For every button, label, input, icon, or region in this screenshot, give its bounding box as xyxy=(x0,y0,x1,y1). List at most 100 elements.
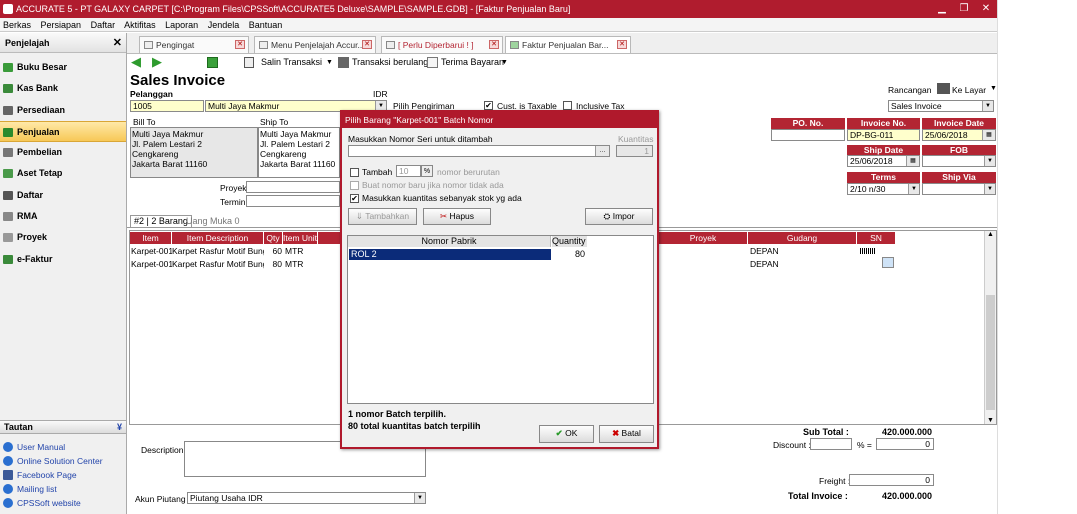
col-sn[interactable]: SN xyxy=(857,232,895,244)
scroll-up-icon[interactable]: ▲ xyxy=(985,231,996,238)
cell-item[interactable]: Karpet-001 xyxy=(131,246,172,256)
cell-description[interactable]: Karpet Rasfur Motif Bunga xyxy=(172,246,264,256)
batch-row-qty[interactable]: 80 xyxy=(552,249,587,260)
link-mailing-list[interactable]: Mailing list xyxy=(0,482,126,496)
po-no-field[interactable] xyxy=(771,129,845,141)
chevron-down-icon[interactable]: ▼ xyxy=(990,85,997,92)
close-icon[interactable]: ✕ xyxy=(976,0,996,18)
col-qty[interactable]: Qty xyxy=(264,232,282,244)
close-icon[interactable]: ✕ xyxy=(489,40,499,49)
copy-transaction-button[interactable]: Salin Transaksi xyxy=(261,54,322,71)
tab-perlu-diperbarui[interactable]: [ Perlu Diperbarui ! ] ✕ xyxy=(381,36,503,53)
cell-unit[interactable]: MTR xyxy=(285,259,303,269)
tab-pengingat[interactable]: Pengingat ✕ xyxy=(139,36,249,53)
col-quantity[interactable]: Quantity xyxy=(552,236,587,247)
tab-down-payment[interactable]: Uang Muka 0 xyxy=(186,216,240,227)
forward-arrow-icon[interactable]: ▶ xyxy=(152,55,162,69)
link-online-solution[interactable]: Online Solution Center xyxy=(0,454,126,468)
col-item[interactable]: Item xyxy=(130,232,171,244)
fob-select[interactable]: ▼ xyxy=(922,155,996,167)
col-proyek[interactable]: Proyek xyxy=(659,232,747,244)
termin-field[interactable] xyxy=(246,195,340,207)
sidebar-item-persediaan[interactable]: Persediaan xyxy=(0,100,126,121)
search-icon[interactable] xyxy=(882,257,894,268)
close-icon[interactable]: ✕ xyxy=(235,40,245,49)
cell-gudang[interactable]: DEPAN xyxy=(750,259,779,269)
calendar-icon[interactable]: ▦ xyxy=(906,156,919,166)
cell-description[interactable]: Karpet Rasfur Motif Bunga xyxy=(172,259,264,269)
receive-payment-button[interactable]: Terima Bayaran xyxy=(441,54,504,71)
sidebar-item-daftar[interactable]: Daftar xyxy=(0,185,126,206)
delete-button[interactable]: ✂ Hapus xyxy=(423,208,491,225)
cell-gudang[interactable]: DEPAN xyxy=(750,246,779,256)
link-user-manual[interactable]: User Manual xyxy=(0,440,126,454)
calendar-icon[interactable]: ▦ xyxy=(982,130,995,140)
menu-berkas[interactable]: Berkas xyxy=(3,20,31,30)
back-arrow-icon[interactable]: ◀ xyxy=(131,55,141,69)
stock-qty-checkbox[interactable]: ✔ xyxy=(350,194,359,203)
cell-qty[interactable]: 60 xyxy=(264,246,282,256)
menu-bantuan[interactable]: Bantuan xyxy=(249,20,283,30)
sidebar-item-pembelian[interactable]: Pembelian xyxy=(0,142,126,163)
sidebar-item-proyek[interactable]: Proyek xyxy=(0,227,126,248)
serial-input[interactable]: … xyxy=(348,145,610,157)
close-icon[interactable]: ✕ xyxy=(362,40,372,49)
scroll-thumb[interactable] xyxy=(986,295,995,410)
tambah-checkbox[interactable] xyxy=(350,168,359,177)
sidebar-item-aset-tetap[interactable]: Aset Tetap xyxy=(0,163,126,184)
tab-items[interactable]: #2 | 2 Barang xyxy=(130,215,192,227)
percent-icon[interactable]: % xyxy=(421,165,433,177)
collapse-icon[interactable]: ¥ xyxy=(117,421,122,434)
scroll-down-icon[interactable]: ▼ xyxy=(985,417,996,424)
ship-via-select[interactable]: ▼ xyxy=(922,183,996,195)
chevron-down-icon[interactable]: ▼ xyxy=(501,54,508,71)
bill-to-address[interactable]: Multi Jaya Makmur Jl. Palem Lestari 2 Ceng… xyxy=(130,127,258,178)
chevron-down-icon[interactable]: ▼ xyxy=(326,54,333,71)
menu-persiapan[interactable]: Persiapan xyxy=(41,20,82,30)
invoice-date-field[interactable]: 25/06/2018 ▦ xyxy=(922,129,996,141)
terms-select[interactable]: 2/10 n/30 ▼ xyxy=(847,183,920,195)
col-unit[interactable]: Item Unit xyxy=(283,232,317,244)
batch-row-number[interactable]: ROL 2 xyxy=(349,249,551,260)
menu-daftar[interactable]: Daftar xyxy=(91,20,116,30)
account-select[interactable]: Piutang Usaha IDR ▼ xyxy=(187,492,426,504)
freight-field[interactable]: 0 xyxy=(849,474,934,486)
sidebar-item-kas-bank[interactable]: Kas Bank xyxy=(0,78,126,99)
tab-menu-penjelajah[interactable]: Menu Penjelajah Accur... ✕ xyxy=(254,36,376,53)
grid-scrollbar[interactable]: ▲ ▼ xyxy=(984,231,996,424)
sidebar-item-penjualan[interactable]: Penjualan xyxy=(0,120,126,143)
template-select[interactable]: Sales Invoice ▼ xyxy=(888,100,994,112)
cell-item[interactable]: Karpet-001 xyxy=(131,259,172,269)
tambah-count-field[interactable]: 10 xyxy=(396,165,421,177)
cancel-button[interactable]: ✖ Batal xyxy=(599,425,654,443)
link-cpssoft[interactable]: CPSSoft website xyxy=(0,496,126,510)
taxable-checkbox[interactable]: ✔ xyxy=(484,101,493,110)
browse-icon[interactable]: … xyxy=(595,146,609,156)
close-icon[interactable]: ✕ xyxy=(113,33,122,53)
link-facebook[interactable]: Facebook Page xyxy=(0,468,126,482)
discount-percent-field[interactable] xyxy=(810,438,852,450)
menu-aktifitas[interactable]: Aktifitas xyxy=(124,20,156,30)
sidebar-item-e-faktur[interactable]: e-Faktur xyxy=(0,249,126,270)
recurring-transaction-button[interactable]: Transaksi berulang xyxy=(352,54,428,71)
close-icon[interactable]: ✕ xyxy=(617,40,627,49)
minimize-icon[interactable]: ▁ xyxy=(932,0,952,18)
discount-amount-field[interactable]: 0 xyxy=(876,438,934,450)
col-factory-number[interactable]: Nomor Pabrik xyxy=(348,236,551,247)
barcode-icon[interactable] xyxy=(860,248,876,254)
sidebar-item-rma[interactable]: RMA xyxy=(0,206,126,227)
chevron-down-icon[interactable]: ▼ xyxy=(414,493,425,503)
import-button[interactable]: ⛭ Impor xyxy=(585,208,653,225)
new-icon[interactable] xyxy=(207,57,218,68)
print-target[interactable]: Ke Layar xyxy=(952,85,986,95)
invoice-no-field[interactable]: DP-BG-011 xyxy=(847,129,920,141)
ship-date-field[interactable]: 25/06/2018 ▦ xyxy=(847,155,920,167)
proyek-field[interactable] xyxy=(246,181,340,193)
chevron-down-icon[interactable]: ▼ xyxy=(982,101,993,111)
cell-unit[interactable]: MTR xyxy=(285,246,303,256)
chevron-down-icon[interactable]: ▼ xyxy=(984,184,995,194)
menu-laporan[interactable]: Laporan xyxy=(165,20,198,30)
col-description[interactable]: Item Description xyxy=(172,232,263,244)
col-gudang[interactable]: Gudang xyxy=(748,232,856,244)
sidebar-item-buku-besar[interactable]: Buku Besar xyxy=(0,57,126,78)
